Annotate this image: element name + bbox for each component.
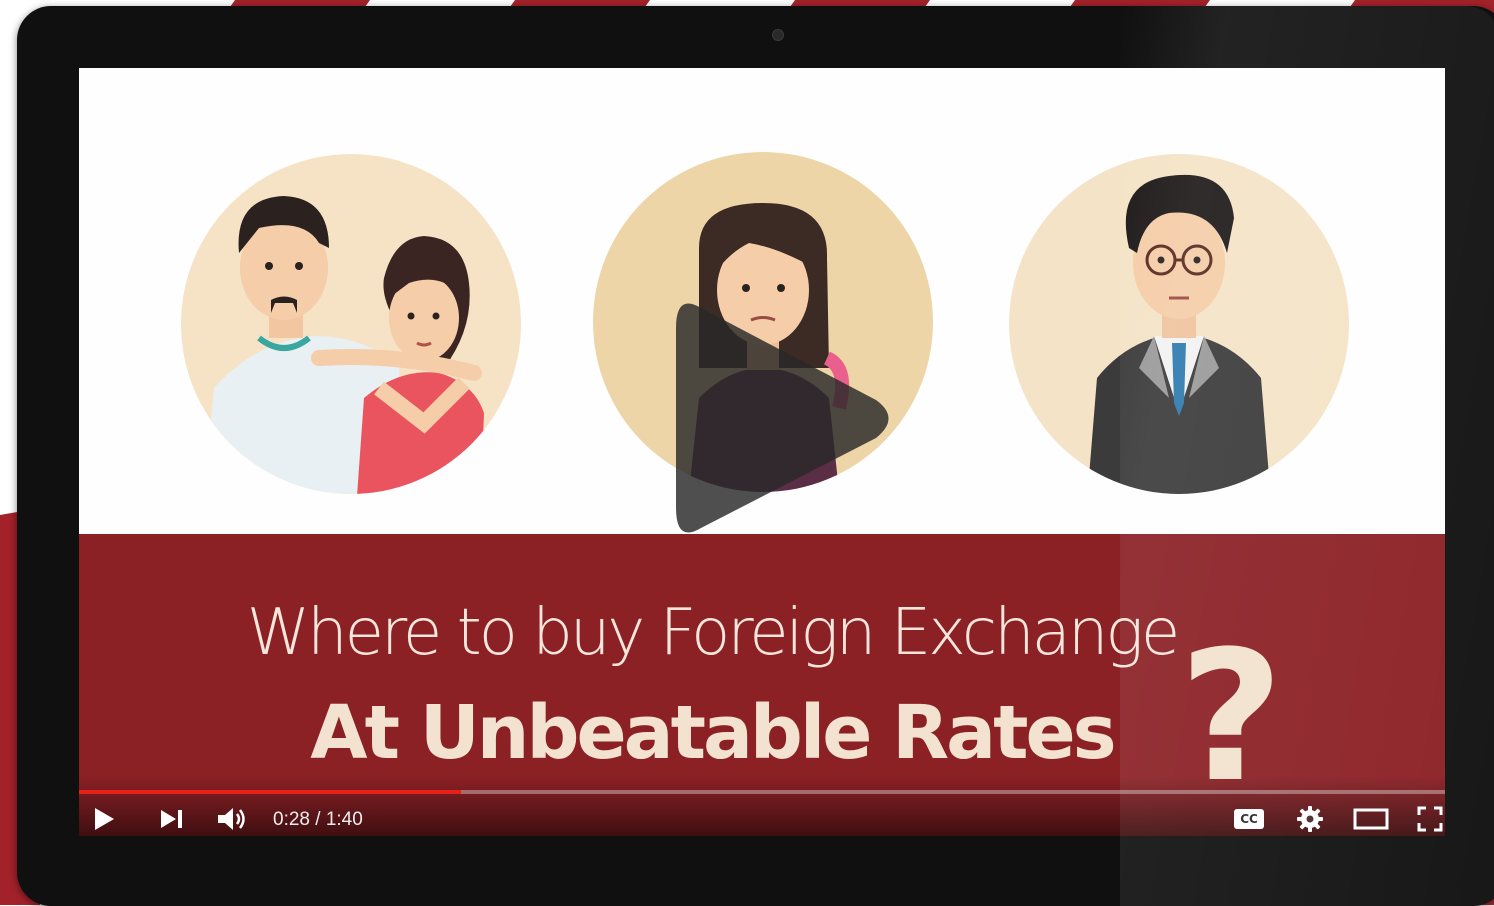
next-icon <box>161 810 182 828</box>
cc-icon: CC <box>1234 809 1264 829</box>
next-button[interactable] <box>157 806 187 832</box>
player-control-bar: 0:28 / 1:40 CC <box>79 776 1445 836</box>
fullscreen-icon <box>1417 806 1443 832</box>
volume-icon <box>218 808 245 830</box>
settings-button[interactable] <box>1293 806 1327 832</box>
duration: 1:40 <box>325 809 363 830</box>
current-time: 0:28 <box>273 809 310 830</box>
cc-label: CC <box>1240 812 1258 826</box>
progress-bar[interactable] <box>79 790 1445 794</box>
large-play-button[interactable] <box>671 288 901 548</box>
volume-button[interactable] <box>215 806 251 832</box>
captions-button[interactable]: CC <box>1231 806 1267 832</box>
gear-icon <box>1297 806 1323 832</box>
theater-mode-button[interactable] <box>1351 806 1391 832</box>
couple-illustration <box>181 154 521 494</box>
video-player[interactable]: Where to buy Foreign Exchange At Unbeata… <box>79 68 1445 836</box>
play-button[interactable] <box>89 806 119 832</box>
theater-mode-icon <box>1353 808 1389 830</box>
progress-played <box>79 790 462 794</box>
webcam-dot <box>772 29 784 41</box>
time-display: 0:28 / 1:40 <box>273 809 363 831</box>
play-icon <box>95 808 114 830</box>
businessman-illustration <box>1009 154 1349 494</box>
time-separator: / <box>309 809 326 830</box>
fullscreen-button[interactable] <box>1415 806 1445 832</box>
